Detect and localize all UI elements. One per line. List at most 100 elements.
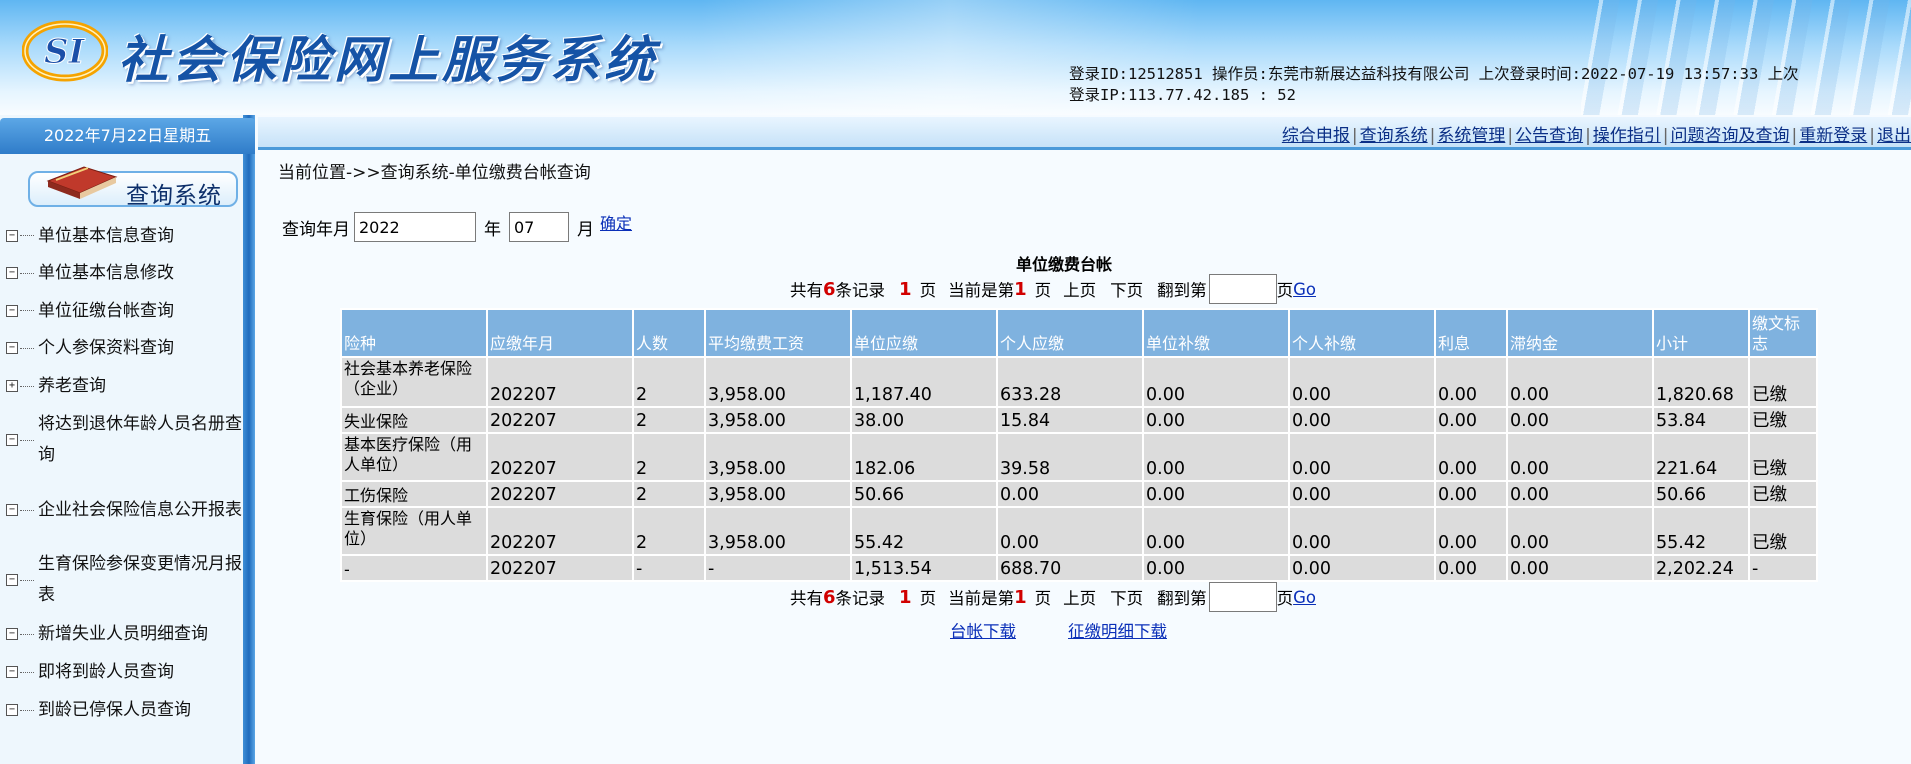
nav-link-system-management[interactable]: 系统管理 — [1437, 126, 1505, 146]
column-header: 平均缴费工资 — [706, 310, 850, 356]
collapse-icon[interactable]: − — [6, 304, 18, 317]
confirm-link[interactable]: 确定 — [600, 210, 632, 234]
pager-prev[interactable]: 上页 — [1063, 585, 1096, 609]
nav-separator: | — [1507, 126, 1514, 146]
column-header: 小计 — [1654, 310, 1748, 356]
nav-link-relogin[interactable]: 重新登录 — [1799, 126, 1867, 146]
sidebar-item-maternity-change-report[interactable]: − 生育保险参保变更情况月报表 — [6, 545, 246, 615]
pager-go-link[interactable]: Go — [1293, 280, 1316, 299]
pager-current-prefix: 当前是第 — [948, 281, 1015, 300]
table-cell: 1,513.54 — [852, 556, 996, 580]
pager-page-unit: 页 — [919, 589, 937, 608]
collapse-icon[interactable]: − — [6, 666, 18, 678]
collapse-icon[interactable]: − — [6, 434, 18, 446]
table-cell: 0.00 — [1436, 358, 1506, 406]
sidebar-item-levy-ledger-query[interactable]: − 单位征缴台帐查询 — [6, 292, 246, 329]
table-cell: 202207 — [488, 408, 632, 432]
collapse-icon[interactable]: − — [6, 229, 18, 242]
pager-goto-input[interactable] — [1208, 274, 1277, 304]
sidebar-item-unit-info-edit[interactable]: − 单位基本信息修改 — [6, 254, 246, 292]
year-unit-label: 年 — [484, 219, 501, 240]
logo-text: SI — [44, 32, 86, 72]
sidebar-item-retirement-roster-query[interactable]: − 将达到退休年龄人员名册查询 — [6, 405, 246, 475]
table-cell: 3,958.00 — [706, 408, 850, 432]
pager-goto-input[interactable] — [1208, 582, 1277, 612]
sidebar-item-stopped-insurance-query[interactable]: − 到龄已停保人员查询 — [6, 691, 246, 729]
sidebar-item-personal-insurance-query[interactable]: − 个人参保资料查询 — [6, 329, 246, 367]
ledger-download-link[interactable]: 台帐下载 — [950, 622, 1016, 641]
collapse-icon[interactable]: − — [6, 574, 18, 586]
pager-go-link[interactable]: Go — [1293, 588, 1316, 607]
column-header: 人数 — [634, 310, 704, 356]
column-header: 险种 — [342, 310, 486, 356]
download-links: 台帐下载 征缴明细下载 — [950, 618, 1167, 642]
column-header: 单位应缴 — [852, 310, 996, 356]
collapse-icon[interactable]: − — [6, 628, 18, 640]
pager-next[interactable]: 下页 — [1110, 585, 1143, 609]
sidebar-item-pension-query[interactable]: + 养老查询 — [6, 367, 246, 405]
table-cell: 0.00 — [1290, 434, 1434, 480]
pager-current-page: 1 — [1014, 586, 1027, 608]
table-cell: 基本医疗保险（用人单位） — [342, 434, 486, 480]
table-cell: - — [634, 556, 704, 580]
table-cell: 0.00 — [1144, 508, 1288, 554]
table-cell: 221.64 — [1654, 434, 1748, 480]
table-cell: 0.00 — [1290, 508, 1434, 554]
tree-connector — [20, 385, 34, 387]
sidebar-item-label: 单位基本信息查询 — [38, 225, 174, 246]
month-input[interactable] — [509, 212, 569, 242]
table-row: 社会基本养老保险（企业） 202207 2 3,958.00 1,187.40 … — [342, 358, 1816, 406]
table-cell: 0.00 — [1290, 482, 1434, 506]
nav-link-guide[interactable]: 操作指引 — [1593, 126, 1661, 146]
table-cell: 0.00 — [1508, 482, 1652, 506]
collapse-icon[interactable]: − — [6, 504, 18, 516]
nav-link-query-system[interactable]: 查询系统 — [1360, 126, 1428, 146]
pager-total-count: 6 — [823, 278, 836, 300]
pager-page-count: 1 — [899, 586, 912, 608]
table-cell: - — [1750, 556, 1816, 580]
nav-separator: | — [1869, 126, 1875, 146]
collapse-icon[interactable]: − — [6, 267, 18, 279]
collapse-icon[interactable]: − — [6, 342, 18, 354]
nav-link-consultation[interactable]: 问题咨询及查询 — [1671, 126, 1790, 146]
year-input[interactable] — [354, 212, 476, 242]
nav-link-announcements[interactable]: 公告查询 — [1515, 126, 1583, 146]
menu-title: 查询系统 — [126, 183, 222, 209]
table-cell: 已缴 — [1750, 408, 1816, 432]
column-header: 单位补缴 — [1144, 310, 1288, 356]
table-cell: 202207 — [488, 482, 632, 506]
column-header: 利息 — [1436, 310, 1506, 356]
table-cell: 202207 — [488, 434, 632, 480]
table-cell: 0.00 — [1508, 358, 1652, 406]
table-cell: - — [342, 556, 486, 580]
table-cell: 0.00 — [1290, 408, 1434, 432]
table-header-row: 险种 应缴年月 人数 平均缴费工资 单位应缴 个人应缴 单位补缴 个人补缴 利息… — [342, 310, 1816, 356]
query-month-label: 查询年月 — [282, 219, 350, 240]
sidebar-item-disclosure-report[interactable]: − 企业社会保险信息公开报表 — [6, 475, 246, 545]
table-cell: 202207 — [488, 358, 632, 406]
table-cell: 3,958.00 — [706, 358, 850, 406]
detail-download-link[interactable]: 征缴明细下载 — [1068, 622, 1167, 641]
pager-current-unit: 页 — [1034, 589, 1052, 608]
pager-next[interactable]: 下页 — [1110, 277, 1143, 301]
table-cell: 0.00 — [1144, 358, 1288, 406]
sidebar-item-new-unemployed-query[interactable]: − 新增失业人员明细查询 — [6, 615, 246, 653]
pager-total-prefix: 共有 — [790, 281, 823, 300]
expand-icon[interactable]: + — [6, 380, 18, 392]
pager-prev[interactable]: 上页 — [1063, 277, 1096, 301]
nav-separator: | — [1791, 126, 1798, 146]
collapse-icon[interactable]: − — [6, 704, 18, 716]
nav-link-comprehensive-declaration[interactable]: 综合申报 — [1282, 126, 1350, 146]
nav-separator: | — [1585, 126, 1591, 146]
sidebar-item-unit-info-query[interactable]: − 单位基本信息查询 — [6, 217, 246, 254]
table-cell: 0.00 — [1436, 408, 1506, 432]
sidebar-item-upcoming-age-query[interactable]: − 即将到龄人员查询 — [6, 653, 246, 691]
pager-page-count: 1 — [899, 278, 912, 300]
table-cell: 工伤保险 — [342, 482, 486, 506]
table-cell: 0.00 — [1508, 556, 1652, 580]
column-header: 滞纳金 — [1508, 310, 1652, 356]
sidebar-item-label: 养老查询 — [38, 376, 106, 396]
table-row: 基本医疗保险（用人单位） 202207 2 3,958.00 182.06 39… — [342, 434, 1816, 480]
nav-link-logout[interactable]: 退出 — [1877, 126, 1911, 146]
nav-separator: | — [1351, 126, 1358, 146]
